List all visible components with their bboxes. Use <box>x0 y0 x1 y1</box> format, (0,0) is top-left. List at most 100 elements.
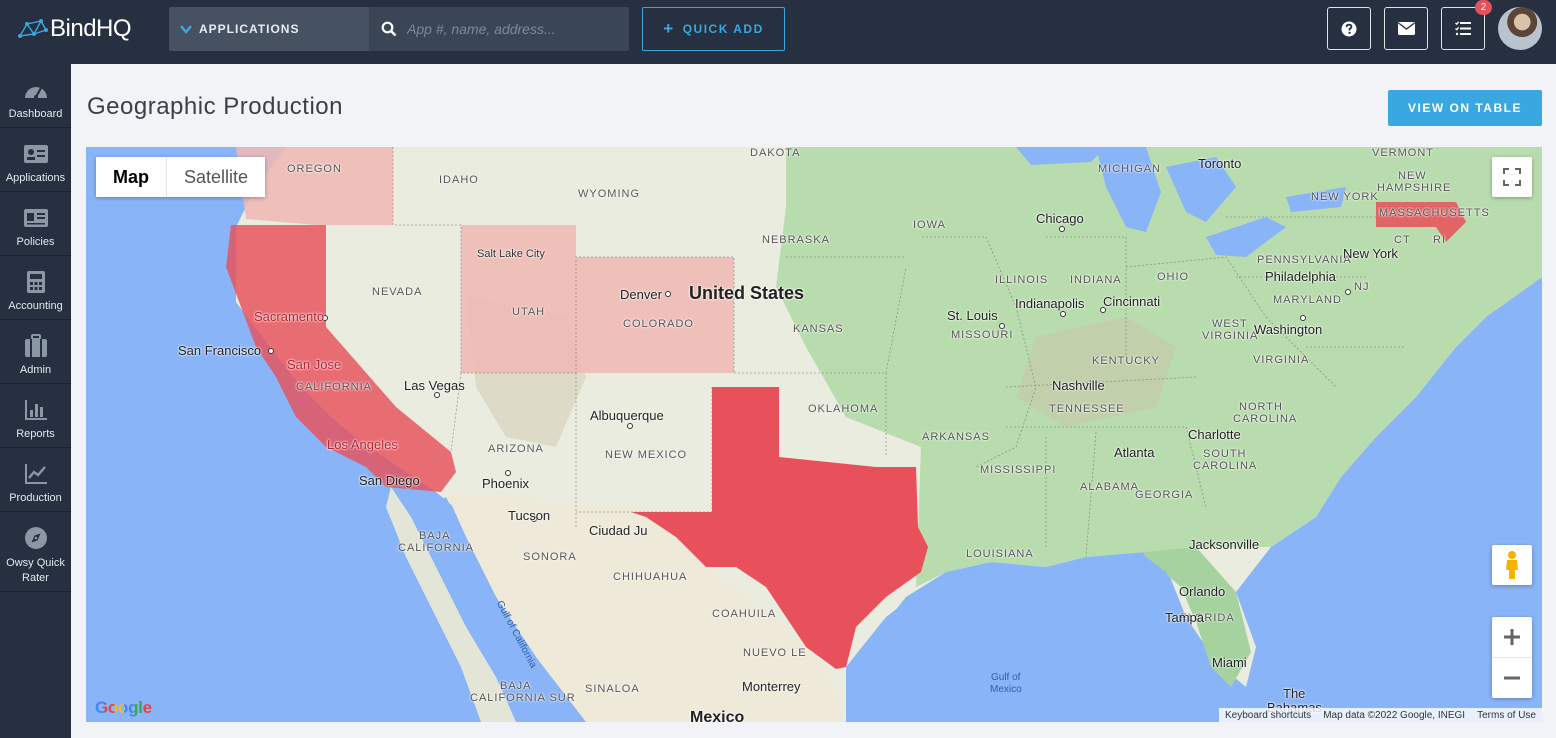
map-label: Gulf of <box>991 672 1021 683</box>
city-dot <box>665 291 671 297</box>
user-avatar[interactable] <box>1498 7 1542 50</box>
id-card-icon <box>23 145 48 163</box>
map-type-map-button[interactable]: Map <box>96 157 167 197</box>
network-logo-icon <box>18 19 48 38</box>
google-logo-text: Google <box>95 698 152 717</box>
sidebar-item-reports[interactable]: Reports <box>0 384 71 448</box>
sidebar-item-label: Production <box>9 492 62 504</box>
map-label: MARYLAND <box>1273 294 1342 306</box>
messages-button[interactable] <box>1384 7 1428 50</box>
quick-add-button[interactable]: + QUICK ADD <box>642 7 785 51</box>
plus-icon <box>1504 629 1520 645</box>
city-dot <box>627 423 633 429</box>
map-label: VERMONT <box>1372 147 1434 159</box>
zoom-control <box>1492 617 1532 698</box>
map-label: CT <box>1394 234 1411 246</box>
map-label: KENTUCKY <box>1092 355 1160 367</box>
fullscreen-button[interactable] <box>1492 157 1532 197</box>
map-label: CALIFORNIA <box>398 542 475 554</box>
task-list-icon <box>1455 21 1471 36</box>
map-label: UTAH <box>512 306 546 318</box>
map-label: Las Vegas <box>404 378 465 393</box>
zoom-out-button[interactable] <box>1492 658 1532 698</box>
map-label: Toronto <box>1198 156 1242 171</box>
map-label: WEST <box>1212 318 1248 330</box>
dashboard-gauge-icon <box>24 87 47 99</box>
map-label: PENNSYLVANIA <box>1257 254 1352 266</box>
envelope-icon <box>1397 22 1415 35</box>
question-circle-icon <box>1341 21 1357 36</box>
map-label: WYOMING <box>578 188 640 200</box>
street-view-button[interactable] <box>1492 545 1532 585</box>
map-label: Charlotte <box>1188 427 1241 442</box>
keyboard-shortcuts-link[interactable]: Keyboard shortcuts <box>1219 710 1317 721</box>
fullscreen-icon <box>1503 168 1521 186</box>
map-label: SOUTH <box>1203 448 1247 460</box>
city-dot <box>1060 311 1066 317</box>
map-label: Salt Lake City <box>477 248 545 260</box>
line-chart-icon <box>24 464 47 484</box>
sidebar-item-admin[interactable]: Admin <box>0 320 71 384</box>
map-label: MISSISSIPPI <box>980 464 1057 476</box>
view-on-table-button[interactable]: VIEW ON TABLE <box>1388 90 1542 126</box>
brand-name: BindHQ <box>50 15 132 42</box>
search-box <box>369 7 629 51</box>
sidebar-item-policies[interactable]: Policies <box>0 192 71 256</box>
map-label: NEW <box>1398 170 1427 182</box>
map-label: SINALOA <box>585 683 640 695</box>
terms-of-use-link[interactable]: Terms of Use <box>1471 710 1542 721</box>
map-label: ALABAMA <box>1080 481 1139 493</box>
map-label: NEW YORK <box>1311 191 1379 203</box>
calculator-icon <box>26 271 45 293</box>
map-label: Tampa <box>1165 610 1205 625</box>
map-type-satellite-button[interactable]: Satellite <box>167 157 266 197</box>
sidebar-item-production[interactable]: Production <box>0 448 71 512</box>
map-label: BAJA <box>419 530 451 542</box>
zoom-in-button[interactable] <box>1492 618 1532 658</box>
map-label: VIRGINIA <box>1253 354 1310 366</box>
map-label: CHIHUAHUA <box>613 571 688 583</box>
map-label: RI <box>1433 234 1446 246</box>
top-bar: BindHQ APPLICATIONS + QUICK ADD 2 <box>0 0 1556 64</box>
bindhq-logo[interactable]: BindHQ <box>18 14 132 44</box>
map-label: Mexico <box>990 684 1022 695</box>
sidebar-item-label: Admin <box>19 364 52 376</box>
map-label: OKLAHOMA <box>808 403 879 415</box>
map-label: KANSAS <box>793 323 844 335</box>
applications-dropdown-label: APPLICATIONS <box>199 22 300 36</box>
search-icon <box>381 21 397 37</box>
map-label: Los Angeles <box>327 437 398 452</box>
map-label: CALIFORNIA SUR <box>470 692 576 704</box>
map-label: BAJA <box>500 680 532 692</box>
sidebar: Dashboard Applications Policies Accounti… <box>0 64 71 738</box>
map-label: San Francisco <box>178 343 262 358</box>
map-label: ILLINOIS <box>995 274 1049 286</box>
city-dot <box>268 348 274 354</box>
map-data-text: Map data ©2022 Google, INEGI <box>1323 709 1466 721</box>
help-button[interactable] <box>1327 7 1371 50</box>
geographic-production-map[interactable]: Map Satellite OREGON IDAHO WYOMING DAKOT… <box>86 147 1542 722</box>
sidebar-item-label: Reports <box>16 428 55 440</box>
map-label: United States <box>689 283 805 303</box>
map-label: HAMPSHIRE <box>1377 182 1452 194</box>
plus-icon: + <box>663 19 675 38</box>
applications-dropdown[interactable]: APPLICATIONS <box>169 7 369 51</box>
map-label: MASSACHUSETTS <box>1379 207 1490 219</box>
map-label: San Diego <box>359 473 420 488</box>
sidebar-item-accounting[interactable]: Accounting <box>0 256 71 320</box>
sidebar-item-owsy-quick-rater[interactable]: Owsy Quick Rater <box>0 512 71 592</box>
map-label: CAROLINA <box>1233 413 1298 425</box>
map-label: Miami <box>1212 655 1247 670</box>
map-label: Phoenix <box>482 476 529 491</box>
map-label: CAROLINA <box>1193 460 1258 472</box>
map-type-toggle: Map Satellite <box>96 157 266 197</box>
map-label: Jacksonville <box>1189 537 1260 552</box>
sidebar-item-label: Policies <box>16 236 55 248</box>
bar-chart-icon <box>24 400 47 420</box>
search-input[interactable] <box>407 21 627 37</box>
pegman-icon <box>1506 551 1518 579</box>
sidebar-item-dashboard[interactable]: Dashboard <box>0 64 71 128</box>
sidebar-item-label: Accounting <box>8 300 63 312</box>
sidebar-item-applications[interactable]: Applications <box>0 128 71 192</box>
map-label: LOUISIANA <box>966 548 1034 560</box>
